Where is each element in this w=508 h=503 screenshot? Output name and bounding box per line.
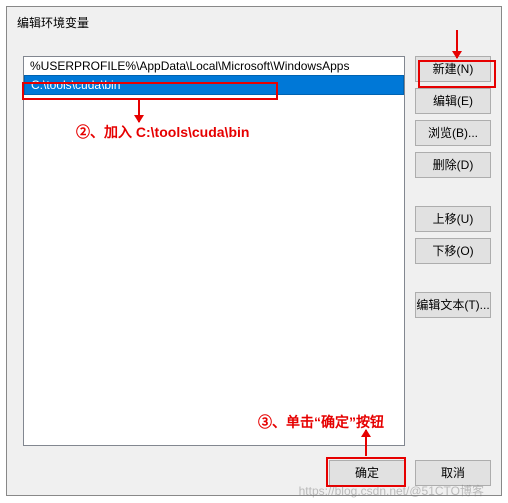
- list-item[interactable]: %USERPROFILE%\AppData\Local\Microsoft\Wi…: [24, 57, 404, 75]
- moveup-button[interactable]: 上移(U): [415, 206, 491, 232]
- cancel-button[interactable]: 取消: [415, 460, 491, 486]
- browse-button[interactable]: 浏览(B)...: [415, 120, 491, 146]
- movedown-button[interactable]: 下移(O): [415, 238, 491, 264]
- delete-button[interactable]: 删除(D): [415, 152, 491, 178]
- dialog-title: 编辑环境变量: [7, 7, 501, 38]
- dialog-bottom-buttons: 确定 取消: [329, 460, 491, 486]
- edit-env-var-dialog: 编辑环境变量 %USERPROFILE%\AppData\Local\Micro…: [6, 6, 502, 496]
- ok-button[interactable]: 确定: [329, 460, 405, 486]
- list-item[interactable]: C:\tools\cuda\bin: [24, 75, 404, 95]
- dialog-content: %USERPROFILE%\AppData\Local\Microsoft\Wi…: [7, 38, 501, 498]
- edit-button[interactable]: 编辑(E): [415, 88, 491, 114]
- edittext-button[interactable]: 编辑文本(T)...: [415, 292, 491, 318]
- new-button[interactable]: 新建(N): [415, 56, 491, 82]
- path-listbox[interactable]: %USERPROFILE%\AppData\Local\Microsoft\Wi…: [23, 56, 405, 446]
- button-column: 新建(N) 编辑(E) 浏览(B)... 删除(D) 上移(U) 下移(O) 编…: [415, 56, 491, 318]
